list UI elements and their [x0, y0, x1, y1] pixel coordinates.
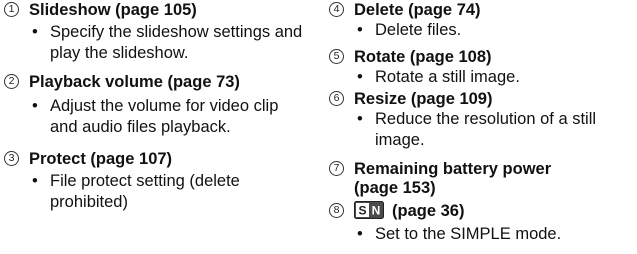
entry-resize: 6 Resize (page 109) Reduce the resolutio…	[329, 90, 635, 151]
entry-description: Adjust the volume for video clip and aud…	[4, 96, 310, 138]
circled-number: 8	[329, 203, 344, 218]
circled-number: 5	[329, 49, 344, 64]
circled-number: 6	[329, 91, 344, 106]
entry-heading: 7 Remaining battery power (page 153)	[329, 160, 584, 198]
entry-heading: 3 Protect (page 107)	[4, 150, 304, 169]
entry-description: Set to the SIMPLE mode.	[329, 224, 637, 245]
entry-title: Resize (page 109)	[354, 90, 493, 108]
icon-letter-n: N	[372, 204, 381, 218]
entry-description: Delete files.	[329, 20, 630, 41]
circled-number: 2	[4, 74, 19, 89]
circled-number: 7	[329, 161, 344, 176]
circled-number: 3	[4, 151, 19, 166]
entry-simple-mode: 8 S N (page 36) Set to the SIMPLE mode.	[329, 200, 635, 245]
entry-heading: 1 Slideshow (page 105)	[4, 1, 304, 20]
entry-description: File protect setting (delete prohibited)	[4, 171, 265, 213]
entry-title: Rotate (page 108)	[354, 48, 492, 66]
entry-description: Rotate a still image.	[329, 67, 630, 88]
entry-title: Remaining battery power (page 153)	[354, 160, 552, 197]
left-column: 1 Slideshow (page 105) Specify the slide…	[4, 0, 304, 213]
entry-heading: 5 Rotate (page 108)	[329, 48, 635, 67]
circled-number: 1	[4, 2, 19, 17]
simple-mode-icon: S N	[354, 201, 384, 219]
circled-number: 4	[329, 2, 344, 17]
entry-title: Slideshow (page 105)	[29, 1, 197, 19]
icon-letter-s: S	[358, 204, 366, 218]
entry-title: Protect (page 107)	[29, 150, 173, 168]
entry-title: Playback volume (page 73)	[29, 73, 240, 91]
entry-heading: 6 Resize (page 109)	[329, 90, 635, 109]
entry-slideshow: 1 Slideshow (page 105) Specify the slide…	[4, 1, 304, 64]
entry-description: Reduce the resolution of a still image.	[329, 109, 635, 151]
entry-remaining-battery: 7 Remaining battery power (page 153)	[329, 160, 635, 198]
entry-heading: 2 Playback volume (page 73)	[4, 73, 304, 92]
right-column: 4 Delete (page 74) Delete files. 5 Rotat…	[329, 0, 635, 245]
entry-heading: 8 S N (page 36)	[329, 200, 635, 222]
entry-protect: 3 Protect (page 107) File protect settin…	[4, 150, 304, 213]
entry-delete: 4 Delete (page 74) Delete files.	[329, 1, 635, 41]
entry-description: Specify the slideshow settings and play …	[4, 22, 310, 64]
entry-playback-volume: 2 Playback volume (page 73) Adjust the v…	[4, 73, 304, 138]
entry-title: (page 36)	[392, 202, 465, 220]
entry-rotate: 5 Rotate (page 108) Rotate a still image…	[329, 48, 635, 88]
entry-title-wrap: S N (page 36)	[354, 200, 635, 222]
entry-title: Delete (page 74)	[354, 1, 481, 19]
entry-heading: 4 Delete (page 74)	[329, 1, 635, 20]
